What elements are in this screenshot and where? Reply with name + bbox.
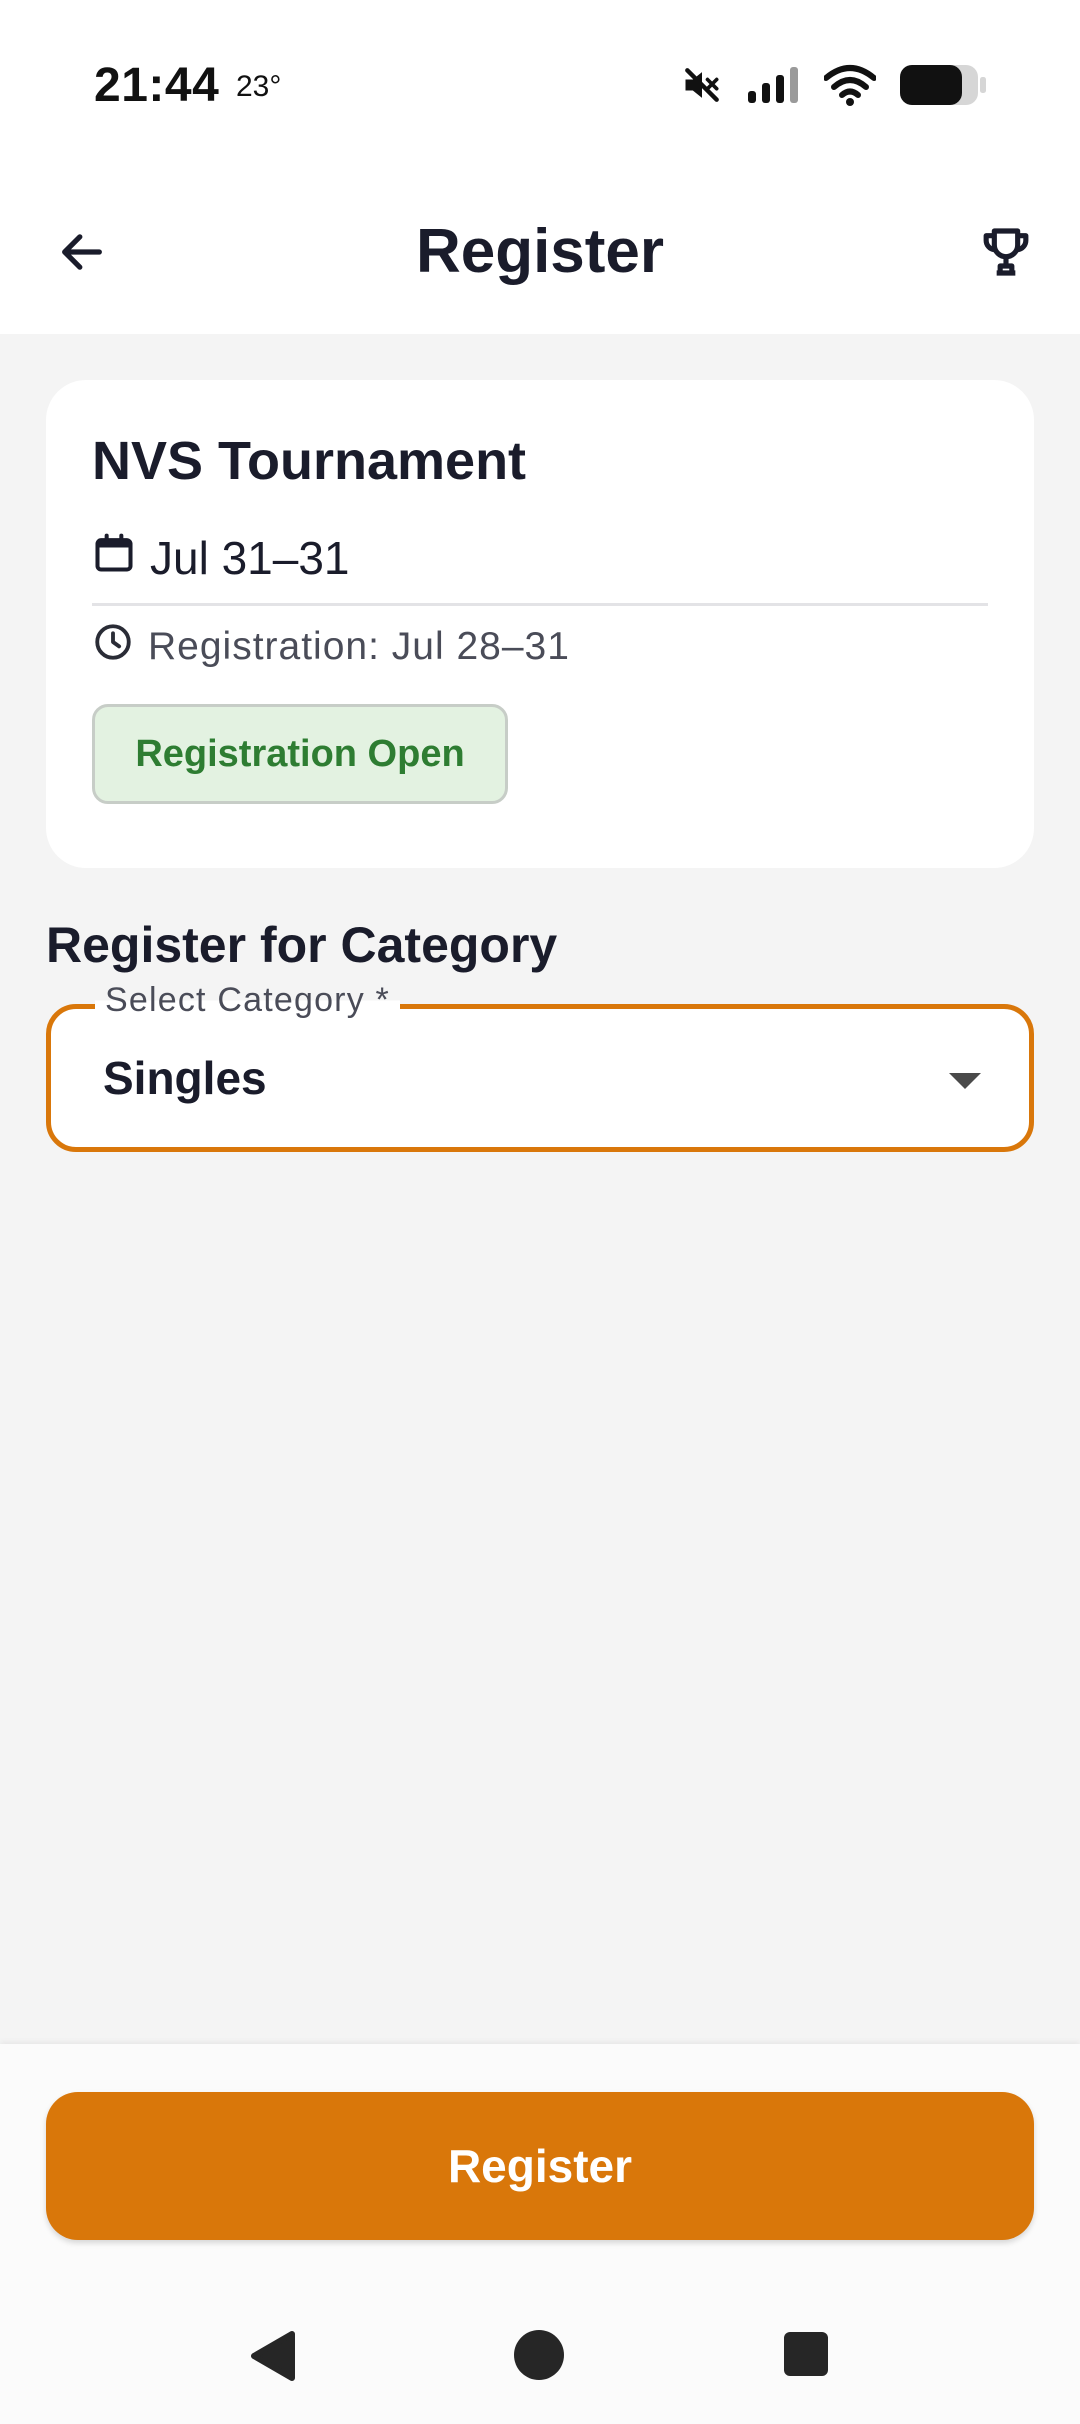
nav-recents-icon[interactable] xyxy=(784,2332,828,2376)
tournament-name: NVS Tournament xyxy=(92,431,527,491)
battery-icon xyxy=(898,63,988,112)
trophy-icon xyxy=(978,224,1034,285)
status-bar: 21:44 23° xyxy=(0,0,1080,176)
status-time: 21:44 xyxy=(94,59,220,112)
nav-back-icon[interactable] xyxy=(248,2330,296,2387)
card-divider xyxy=(92,603,988,606)
page-title: Register xyxy=(415,217,665,286)
nav-home-icon[interactable] xyxy=(514,2330,564,2380)
tournament-dates: Jul 31–31 xyxy=(150,532,350,584)
status-temperature: 23° xyxy=(236,70,282,103)
chevron-down-icon xyxy=(949,1073,981,1089)
clock-icon xyxy=(92,621,134,673)
category-select-label: Select Category * xyxy=(95,981,400,1020)
tournament-card: NVS Tournament Jul 31–31 Registration: J… xyxy=(46,380,1034,868)
mute-icon xyxy=(680,63,724,112)
system-nav-bar xyxy=(0,2290,1080,2424)
register-button[interactable]: Register xyxy=(46,2092,1034,2240)
trophy-button[interactable] xyxy=(964,212,1048,296)
calendar-icon xyxy=(92,531,136,586)
tournament-dates-row: Jul 31–31 xyxy=(92,528,350,588)
app-bar: Register xyxy=(0,176,1080,334)
registration-dates: Registration: Jul 28–31 xyxy=(148,625,570,668)
wifi-icon xyxy=(823,64,877,111)
signal-icon xyxy=(746,65,802,110)
status-icons xyxy=(680,62,988,112)
status-badge: Registration Open xyxy=(92,704,508,804)
category-select[interactable]: Select Category * Singles xyxy=(46,981,1034,1152)
category-heading: Register for Category xyxy=(46,917,558,973)
registration-dates-row: Registration: Jul 28–31 xyxy=(92,610,570,684)
category-select-value: Singles xyxy=(103,1052,267,1104)
